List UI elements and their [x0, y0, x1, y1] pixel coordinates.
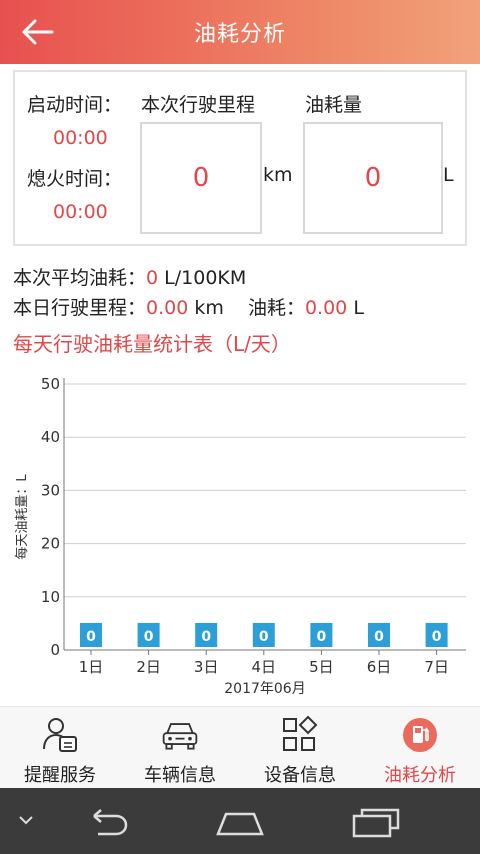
x-tick-label: 2日 [136, 658, 161, 676]
day-mileage-value: 0.00 [146, 297, 189, 319]
chevron-down-icon[interactable] [16, 812, 36, 831]
data-label: 0 [432, 629, 442, 645]
start-time-label: 启动时间： [27, 94, 123, 116]
data-label: 0 [144, 629, 154, 645]
day-fuel-label: 油耗： [247, 297, 305, 319]
day-fuel-value: 0.00 [304, 297, 348, 319]
back-arrow-icon[interactable] [20, 16, 56, 48]
y-tick-label: 50 [41, 375, 60, 393]
fuel-amount-value: 0 [364, 163, 382, 193]
x-tick-label: 3日 [194, 658, 219, 676]
nav-label-vehicle: 车辆信息 [144, 765, 216, 786]
y-tick-label: 20 [41, 535, 60, 553]
day-mileage-unit: km [194, 297, 224, 319]
devices-grid-icon [280, 715, 320, 755]
data-label: 0 [259, 629, 269, 645]
fuel-amount-label: 油耗量 [305, 94, 363, 116]
x-tick-label: 6日 [367, 658, 392, 676]
day-fuel-unit: L [353, 297, 364, 319]
x-tick-label: 4日 [252, 658, 277, 676]
bottom-nav: 提醒服务 车辆信息 设备信息 油耗分析 [0, 706, 480, 788]
trip-mileage-value-box: 0 [140, 122, 262, 234]
recent-apps-icon[interactable] [350, 806, 402, 842]
fuel-amount-unit: L [443, 164, 454, 186]
data-label: 0 [86, 629, 96, 645]
x-axis-label: 2017年06月 [224, 681, 305, 697]
y-tick-label: 40 [41, 428, 60, 446]
nav-item-vehicle[interactable]: 车辆信息 [120, 707, 240, 788]
system-navigation-bar [0, 788, 480, 854]
trip-mileage-unit: km [263, 164, 293, 186]
back-icon[interactable] [82, 808, 132, 842]
daily-stats-row: 本日行驶里程：0.00 km 油耗：0.00 L [13, 293, 364, 320]
nav-label-fuel: 油耗分析 [384, 765, 456, 786]
chart-title: 每天行驶油耗量统计表（L/天） [13, 332, 291, 356]
avg-fuel-unit: L/100KM [164, 267, 247, 289]
x-tick-label: 5日 [309, 658, 334, 676]
data-label: 0 [374, 629, 384, 645]
home-icon[interactable] [214, 808, 266, 842]
nav-label-reminder: 提醒服务 [24, 765, 96, 786]
stop-time-label: 熄火时间： [27, 168, 123, 190]
reminder-person-icon [40, 715, 80, 755]
trip-summary-card: 启动时间： 00:00 熄火时间： 00:00 本次行驶里程 0 km 油耗量 … [13, 70, 467, 246]
data-label: 0 [317, 629, 327, 645]
nav-label-device: 设备信息 [264, 765, 336, 786]
start-time-value: 00:00 [53, 127, 108, 149]
car-icon [160, 715, 200, 755]
daily-fuel-chart: 0 10 20 30 40 50 每天油耗量：L 0 1日 0 2日 0 3日 0 4日 0 5日 0 6日 0 7日 2… [0, 360, 480, 705]
avg-fuel-value: 0 [146, 267, 159, 289]
y-tick-label: 10 [41, 588, 60, 606]
y-tick-label: 30 [41, 481, 60, 499]
page-title: 油耗分析 [193, 22, 286, 47]
app-header: 油耗分析 [0, 0, 480, 64]
data-label: 0 [201, 629, 211, 645]
x-tick-label: 7日 [424, 658, 449, 676]
avg-fuel-label: 本次平均油耗： [13, 267, 147, 289]
nav-item-fuel[interactable]: 油耗分析 [360, 707, 480, 788]
stop-time-value: 00:00 [53, 201, 108, 223]
trip-mileage-label: 本次行驶里程 [141, 94, 256, 116]
avg-fuel-row: 本次平均油耗：0 L/100KM [13, 263, 246, 290]
fuel-amount-value-box: 0 [303, 122, 443, 234]
fuel-pump-icon [400, 715, 440, 755]
x-tick-label: 1日 [79, 658, 104, 676]
day-mileage-label: 本日行驶里程： [13, 297, 147, 319]
nav-item-reminder[interactable]: 提醒服务 [0, 707, 120, 788]
y-axis-label: 每天油耗量：L [14, 474, 30, 560]
trip-mileage-value: 0 [192, 163, 210, 193]
nav-item-device[interactable]: 设备信息 [240, 707, 360, 788]
chart-canvas: 0 10 20 30 40 50 每天油耗量：L 0 1日 0 2日 0 3日 0 4日 0 5日 0 6日 0 7日 2… [14, 375, 466, 697]
y-tick-label: 0 [50, 641, 60, 659]
